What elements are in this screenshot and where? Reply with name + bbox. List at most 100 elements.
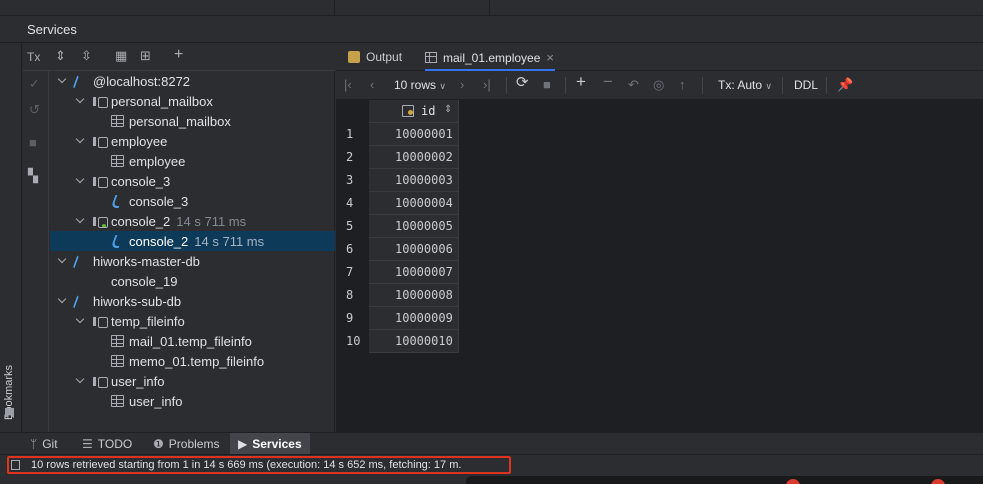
tree-node[interactable]: @localhost:8272	[50, 71, 335, 91]
table-cell-id[interactable]: 10000010	[369, 330, 459, 353]
close-icon[interactable]: ×	[546, 50, 554, 65]
table-row[interactable]: 5 10000005	[336, 215, 459, 238]
table-row[interactable]: 8 10000008	[336, 284, 459, 307]
ddl-button[interactable]: DDL	[794, 78, 818, 92]
tree-node-name: console_2	[129, 234, 189, 249]
tree-node[interactable]: user_info	[50, 391, 335, 411]
tree-node-label: mail_01.temp_fileinfo	[129, 334, 252, 349]
top-strip-cell	[335, 0, 490, 16]
tab-output[interactable]: Output	[348, 43, 420, 71]
tx-button[interactable]: Tx	[27, 49, 40, 65]
chevron-down-icon[interactable]	[76, 215, 86, 225]
tree-node[interactable]: console_19	[50, 271, 335, 291]
tree-node[interactable]: hiworks-sub-db	[50, 291, 335, 311]
add-icon[interactable]: +	[174, 47, 183, 63]
tree-node-label: console_2 14 s 711 ms	[111, 214, 246, 229]
schema-icon	[93, 94, 108, 108]
editor-tabs: Output mail_01.employee ×	[336, 43, 983, 71]
chevron-down-icon[interactable]	[76, 135, 86, 145]
submit-icon[interactable]: ↑	[679, 77, 686, 93]
chevron-down-icon: ∨	[765, 81, 772, 91]
tree-node-label: memo_01.temp_fileinfo	[129, 354, 265, 369]
group-icon[interactable]: ▦	[115, 48, 127, 64]
chevron-down-icon[interactable]	[58, 255, 68, 265]
tree-node[interactable]: console_3	[50, 171, 335, 191]
new-window-icon[interactable]: ⊞	[140, 48, 151, 64]
tool-tab-git[interactable]: ᛘ Git	[22, 433, 66, 455]
stop-icon[interactable]: ■	[543, 77, 551, 93]
table-cell-id[interactable]: 10000008	[369, 284, 459, 307]
delete-row-icon[interactable]: −	[603, 73, 613, 90]
preview-icon[interactable]: ◎	[653, 77, 664, 93]
tree-node[interactable]: personal_mailbox	[50, 111, 335, 131]
commit-icon[interactable]: ✓	[29, 76, 40, 92]
table-cell-id[interactable]: 10000005	[369, 215, 459, 238]
revert-icon[interactable]: ↶	[628, 77, 639, 93]
sort-icon[interactable]: ⇕	[444, 104, 452, 115]
table-row[interactable]: 9 10000009	[336, 307, 459, 330]
table-row[interactable]: 2 10000002	[336, 146, 459, 169]
services-toolbar: Tx ⇕ ⇳ ▦ ⊞ +	[23, 43, 335, 71]
tx-mode-select[interactable]: Tx: Auto ∨	[718, 78, 772, 92]
chevron-down-icon[interactable]	[76, 375, 86, 385]
table-cell-id[interactable]: 10000009	[369, 307, 459, 330]
table-cell-id[interactable]: 10000002	[369, 146, 459, 169]
table-row[interactable]: 1 10000001	[336, 123, 459, 146]
table-row[interactable]: 7 10000007	[336, 261, 459, 284]
table-row[interactable]: 4 10000004	[336, 192, 459, 215]
prev-page-icon[interactable]: ‹	[370, 77, 374, 93]
grid-toolbar: |‹ ‹ 10 rows ∨ › ›| ⟳ ■ + − ↶ ◎ ↑ Tx: Au…	[336, 71, 983, 100]
tree-node[interactable]: employee	[50, 151, 335, 171]
table-cell-id[interactable]: 10000004	[369, 192, 459, 215]
refresh-icon[interactable]: ⟳	[516, 75, 529, 91]
chevron-down-icon[interactable]	[58, 295, 68, 305]
tree-node-selected[interactable]: console_2 14 s 711 ms	[50, 231, 335, 251]
chevron-down-icon[interactable]	[76, 175, 86, 185]
last-page-icon[interactable]: ›|	[483, 77, 491, 93]
stop-icon[interactable]: ■	[29, 135, 37, 151]
tool-tab-services[interactable]: ▶ Services	[230, 433, 310, 455]
column-header-id[interactable]: id ⇕	[369, 100, 459, 123]
schema-icon	[93, 374, 108, 388]
problems-icon: ❶	[153, 437, 164, 451]
tool-tab-label: Git	[42, 437, 58, 451]
tab-mail-employee[interactable]: mail_01.employee ×	[425, 43, 555, 71]
tree-node[interactable]: console_2 14 s 711 ms	[50, 211, 335, 231]
tool-tab-todo[interactable]: ☰ TODO	[74, 433, 140, 455]
chevron-down-icon[interactable]	[58, 75, 68, 85]
row-number: 10	[346, 334, 361, 348]
tool-tab-problems[interactable]: ❶ Problems	[145, 433, 227, 455]
table-row[interactable]: 6 10000006	[336, 238, 459, 261]
tree-node[interactable]: temp_fileinfo	[50, 311, 335, 331]
table-cell-id[interactable]: 10000006	[369, 238, 459, 261]
table-cell-id[interactable]: 10000003	[369, 169, 459, 192]
toolbar-separator	[826, 77, 827, 94]
table-row[interactable]: 10 10000010	[336, 330, 459, 353]
collapse-all-icon[interactable]: ⇳	[81, 48, 92, 64]
tree-node[interactable]: user_info	[50, 371, 335, 391]
tree-node[interactable]: memo_01.temp_fileinfo	[50, 351, 335, 371]
table-cell-id[interactable]: 10000001	[369, 123, 459, 146]
chevron-down-icon[interactable]	[76, 315, 86, 325]
tree-node-label: hiworks-sub-db	[93, 294, 182, 309]
tree-node[interactable]: console_3	[50, 191, 335, 211]
first-page-icon[interactable]: |‹	[344, 77, 352, 93]
result-grid: id ⇕ 1 10000001 2 10000002 3 10000003 4 1000000…	[336, 100, 983, 432]
next-page-icon[interactable]: ›	[460, 77, 464, 93]
toolbar-separator	[782, 77, 783, 94]
tool-window-bar: ᛘ Git ☰ TODO ❶ Problems ▶ Services	[0, 432, 983, 455]
tree-node[interactable]: personal_mailbox	[50, 91, 335, 111]
chevron-down-icon[interactable]	[76, 95, 86, 105]
add-row-icon[interactable]: +	[576, 73, 586, 90]
table-row[interactable]: 3 10000003	[336, 169, 459, 192]
layout-icon[interactable]: ▚	[28, 168, 38, 184]
expand-all-icon[interactable]: ⇕	[55, 48, 66, 64]
rollback-icon[interactable]: ↺	[29, 102, 40, 118]
tree-node[interactable]: hiworks-master-db	[50, 251, 335, 271]
tree-node[interactable]: mail_01.temp_fileinfo	[50, 331, 335, 351]
table-cell-id[interactable]: 10000007	[369, 261, 459, 284]
tree-node[interactable]: employee	[50, 131, 335, 151]
page-size-select[interactable]: 10 rows ∨	[394, 78, 446, 92]
pin-icon[interactable]: 📌	[837, 77, 853, 93]
tool-tab-label: TODO	[97, 437, 133, 451]
